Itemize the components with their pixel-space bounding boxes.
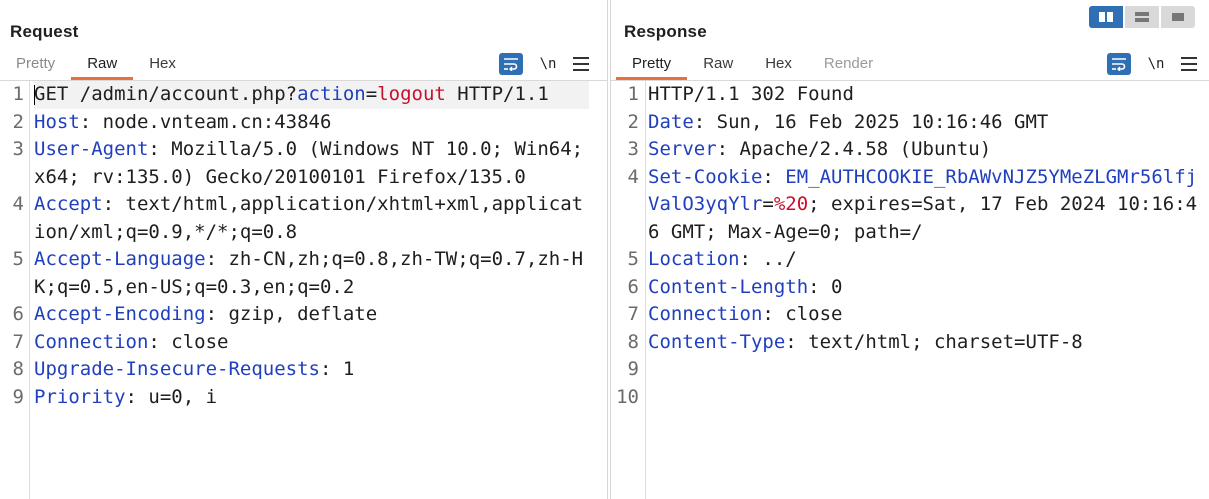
line-number: 9 [627,358,639,380]
response-editor[interactable]: 1 HTTP/1.1 302 Found 2 Date: Sun, 16 Feb 20… [611,81,1209,499]
response-tab-raw[interactable]: Raw [687,52,749,80]
response-tabs: Pretty Raw Hex Render [616,52,889,80]
response-line: 6 Content-Length: 0 [611,274,1209,302]
response-toolbar: \n [1107,52,1197,76]
line-number: 5 [12,248,24,270]
line-text: Connection: close [648,303,843,325]
response-line: 2 Date: Sun, 16 Feb 2025 10:16:46 GMT [611,109,1209,137]
request-editor[interactable]: 1 GET /admin/account.php?action=logout HT… [0,81,607,499]
menu-icon[interactable] [1181,57,1197,71]
request-tab-raw[interactable]: Raw [71,52,134,80]
request-line: 5 Accept-Language: zh-CN,zh;q=0.8,zh-TW;q… [0,246,607,301]
line-text: Set-Cookie: EM_AUTHCOOKIE_RbAWvNJZ5YMeZL… [648,165,1198,243]
response-title: Response [624,22,707,41]
response-line: 5 Location: ../ [611,246,1209,274]
line-text: Host: node.vnteam.cn:43846 [34,110,332,133]
word-wrap-icon[interactable] [1107,53,1131,75]
newline-icon[interactable]: \n [537,56,559,72]
line-number: 9 [12,385,24,408]
line-number: 4 [627,165,639,188]
line-number: 3 [12,138,24,160]
response-line: 9 [611,356,1209,384]
line-text: GET /admin/account.php?action=logout HTT… [34,81,589,109]
line-number: 10 [616,385,639,408]
response-tab-pretty[interactable]: Pretty [616,52,688,80]
request-tab-hex[interactable]: Hex [133,52,192,80]
line-number: 8 [12,358,24,380]
request-line: 7 Connection: close [0,329,607,357]
request-tabs: Pretty Raw Hex [0,52,192,80]
request-line: 4 Accept: text/html,application/xhtml+xml… [0,191,607,246]
line-text: Connection: close [34,330,229,353]
layout-toggle-group [1089,6,1195,28]
line-number: 1 [627,83,639,105]
line-text: Location: ../ [648,248,797,270]
line-number: 7 [12,330,24,353]
line-text: Upgrade-Insecure-Requests: 1 [34,358,355,380]
line-number: 4 [12,193,24,215]
line-number: 2 [12,110,24,133]
text-caret [34,85,35,105]
request-toolbar: \n [499,52,589,76]
line-number: 2 [627,110,639,133]
response-line: 4 Set-Cookie: EM_AUTHCOOKIE_RbAWvNJZ5YMeZ… [611,164,1209,247]
layout-split-horizontal-icon[interactable] [1089,6,1123,28]
response-pane: Response Pretty Raw Hex Render \n 1 HTTP/… [611,0,1209,499]
request-line: 1 GET /admin/account.php?action=logout HT… [0,81,607,109]
response-line: 10 [611,384,1209,412]
response-line: 7 Connection: close [611,301,1209,329]
layout-split-vertical-icon[interactable] [1125,6,1159,28]
request-line: 8 Upgrade-Insecure-Requests: 1 [0,356,607,384]
line-text: Content-Type: text/html; charset=UTF-8 [648,330,1083,353]
line-number: 5 [627,248,639,270]
line-number: 3 [627,138,639,160]
request-title: Request [10,22,79,41]
request-pane: Request Pretty Raw Hex \n 1 GET /admin/ac… [0,0,607,499]
line-number: 6 [12,303,24,325]
line-number: 7 [627,303,639,325]
request-tab-pretty[interactable]: Pretty [0,52,71,80]
newline-icon[interactable]: \n [1145,56,1167,72]
response-line: 8 Content-Type: text/html; charset=UTF-8 [611,329,1209,357]
request-line: 3 User-Agent: Mozilla/5.0 (Windows NT 10.… [0,136,607,191]
response-tab-render[interactable]: Render [808,52,889,80]
layout-tabs-icon[interactable] [1161,6,1195,28]
request-lines: 1 GET /admin/account.php?action=logout HT… [0,81,607,411]
line-text: Content-Length: 0 [648,275,843,298]
line-number: 8 [627,330,639,353]
line-text: User-Agent: Mozilla/5.0 (Windows NT 10.0… [34,138,595,188]
line-number: 6 [627,275,639,298]
menu-icon[interactable] [573,57,589,71]
line-text: Accept-Language: zh-CN,zh;q=0.8,zh-TW;q=… [34,248,584,298]
line-text: HTTP/1.1 302 Found [648,83,854,105]
line-text: Accept-Encoding: gzip, deflate [34,303,378,325]
line-text: Accept: text/html,application/xhtml+xml,… [34,193,584,243]
line-text: Priority: u=0, i [34,385,218,408]
response-lines: 1 HTTP/1.1 302 Found 2 Date: Sun, 16 Feb 20… [611,81,1209,411]
line-text [648,356,1204,384]
request-line: 2 Host: node.vnteam.cn:43846 [0,109,607,137]
line-text: Server: Apache/2.4.58 (Ubuntu) [648,138,992,160]
request-line: 6 Accept-Encoding: gzip, deflate [0,301,607,329]
line-text: Date: Sun, 16 Feb 2025 10:16:46 GMT [648,110,1049,133]
word-wrap-icon[interactable] [499,53,523,75]
response-line: 1 HTTP/1.1 302 Found [611,81,1209,109]
line-text [648,384,1204,412]
request-line: 9 Priority: u=0, i [0,384,607,412]
response-tab-hex[interactable]: Hex [749,52,808,80]
line-number: 1 [12,83,24,105]
response-line: 3 Server: Apache/2.4.58 (Ubuntu) [611,136,1209,164]
